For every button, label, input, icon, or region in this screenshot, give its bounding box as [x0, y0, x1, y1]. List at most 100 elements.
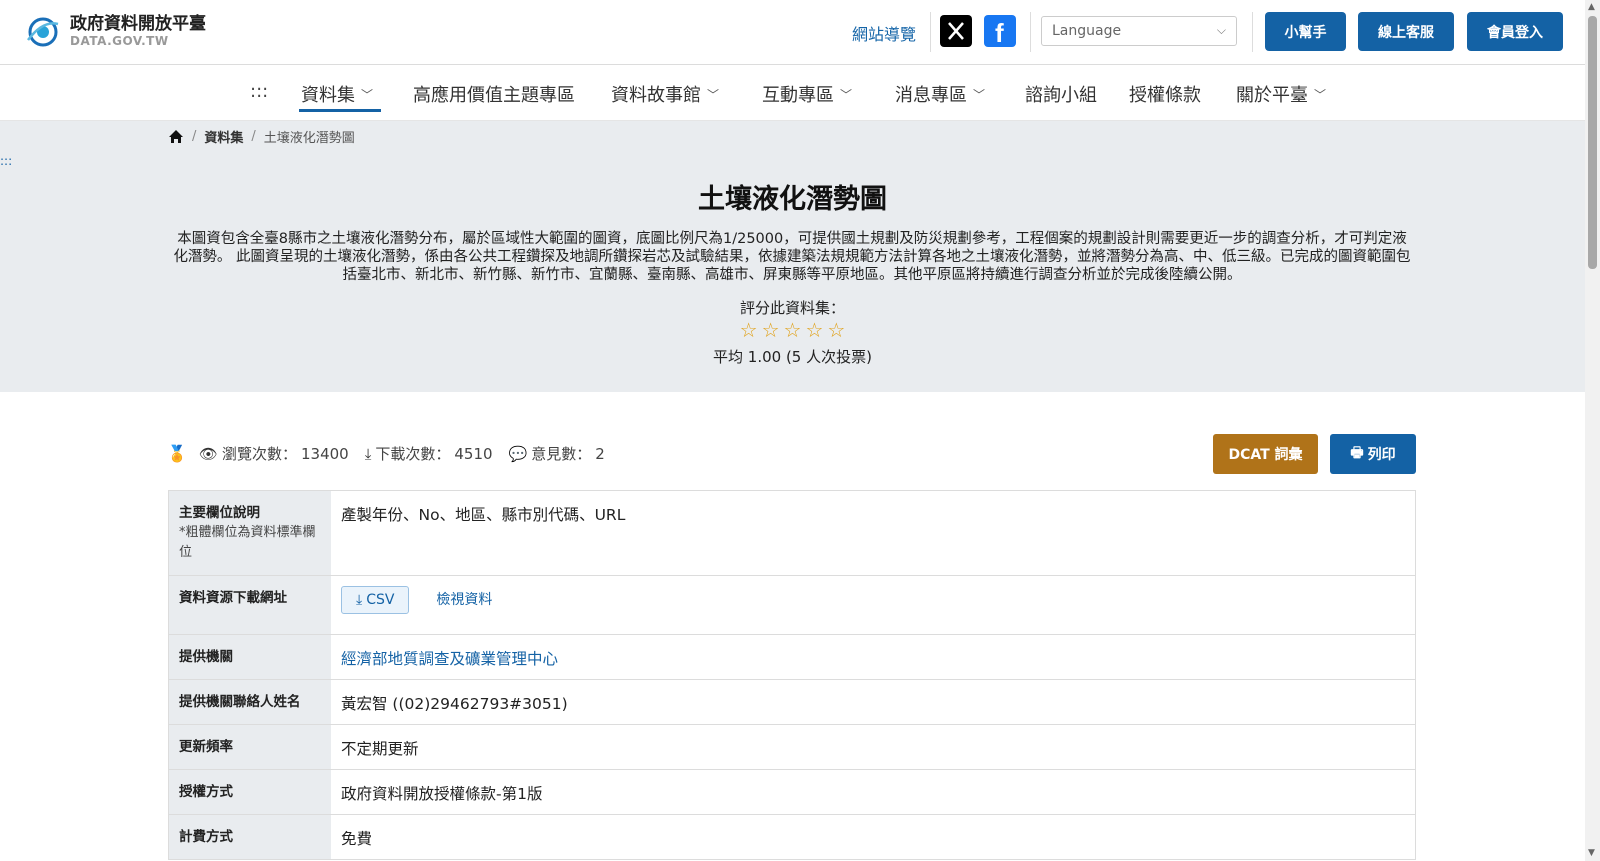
x-twitter-icon[interactable]: [940, 15, 972, 47]
scroll-up-icon[interactable]: ▲: [1588, 2, 1595, 12]
license-value: 政府資料開放授權條款-第1版: [341, 785, 543, 803]
sitemap-link[interactable]: 網站導覽: [852, 21, 916, 45]
frequency-header: 更新頻率: [169, 725, 331, 769]
dataset-description: 本圖資包含全臺8縣市之土壤液化潛勢分布，屬於區域性大範圍的圖資，底圖比例尺為1/…: [173, 231, 1411, 283]
nav-active-indicator: [299, 109, 381, 112]
facebook-icon[interactable]: f: [984, 15, 1016, 48]
download-icon: ⤓: [356, 592, 363, 608]
nav-item-label: 互動專區: [762, 85, 834, 106]
table-row: 主要欄位說明 *粗體欄位為資料標準欄位 產製年份、No、地區、縣市別代碼、URL: [168, 491, 1416, 576]
home-icon[interactable]: [168, 129, 184, 144]
star-icon[interactable]: ☆: [740, 318, 758, 342]
comments-stat: 💬 意見數： 2: [509, 443, 605, 464]
csv-label: CSV: [366, 592, 395, 608]
chevron-down-icon: ⌵: [1216, 23, 1226, 37]
table-row: 提供機關 經濟部地質調查及礦業管理中心: [168, 635, 1416, 680]
fields-header: 主要欄位說明: [179, 505, 260, 521]
divider: [1252, 12, 1253, 52]
breadcrumb-datasets[interactable]: 資料集: [204, 127, 243, 146]
comments-icon: 💬: [508, 444, 528, 463]
table-row: 計費方式 免費: [168, 815, 1416, 860]
contact-header: 提供機關聯絡人姓名: [169, 680, 331, 724]
download-value: ⤓ CSV 檢視資料: [331, 576, 1415, 634]
nav-item-license[interactable]: 授權條款: [1129, 81, 1201, 107]
star-icon[interactable]: ☆: [827, 318, 845, 342]
nav-menu-dots[interactable]: :::: [250, 81, 268, 102]
table-header-cell: 主要欄位說明 *粗體欄位為資料標準欄位: [169, 491, 331, 575]
eye-icon: 👁: [198, 444, 218, 463]
csv-download-button[interactable]: ⤓ CSV: [341, 586, 410, 614]
svg-text:f: f: [995, 18, 1004, 47]
table-row: 授權方式 政府資料開放授權條款-第1版: [168, 770, 1416, 815]
member-login-button[interactable]: 會員登入: [1467, 12, 1563, 51]
rating-stars: ☆ ☆ ☆ ☆ ☆: [0, 318, 1585, 342]
scroll-down-icon[interactable]: ▼: [1588, 848, 1595, 858]
nav-item-interactive[interactable]: 互動專區 ﹀: [762, 81, 852, 107]
frequency-value: 不定期更新: [341, 740, 419, 758]
download-header: 資料資源下載網址: [169, 576, 331, 634]
printer-icon: 🖶: [1350, 445, 1364, 461]
language-select[interactable]: Language ⌵: [1041, 16, 1237, 46]
chevron-down-icon: ﹀: [840, 88, 853, 102]
fields-note: *粗體欄位為資料標準欄位: [179, 525, 316, 560]
nav-item-advisory[interactable]: 諮詢小組: [1025, 81, 1097, 107]
nav-item-about[interactable]: 關於平臺 ﹀: [1236, 81, 1326, 107]
provider-header: 提供機關: [169, 635, 331, 679]
star-icon[interactable]: ☆: [762, 318, 780, 342]
views-stat: 👁 瀏覽次數： 13400: [199, 443, 349, 464]
nav-item-label: 消息專區: [895, 85, 967, 106]
page-title: 土壤液化潛勢圖: [698, 184, 887, 215]
helper-button[interactable]: 小幫手: [1265, 12, 1346, 51]
rating-label: 評分此資料集：: [739, 299, 845, 317]
main-nav: ::: 資料集 ﹀ 高應用價值主題專區 資料故事館 ﹀ 互動專區 ﹀ 消息專區 ﹀ 諮詢…: [0, 65, 1585, 121]
dataset-stats: 🏅 👁 瀏覽次數： 13400 ⤓ 下載次數： 4510 💬 意見數： 2: [167, 443, 621, 464]
comments-label: 意見數：: [531, 445, 592, 463]
dcat-button[interactable]: DCAT 詞彙: [1213, 434, 1318, 474]
dataset-hero: / 資料集 / 土壤液化潛勢圖 ::: 土壤液化潛勢圖 本圖資包含全臺8縣市之土…: [0, 121, 1585, 392]
print-button[interactable]: 🖶 列印: [1330, 434, 1416, 474]
nav-item-label: 資料集: [301, 85, 355, 106]
view-data-link[interactable]: 檢視資料: [436, 592, 492, 608]
star-icon[interactable]: ☆: [784, 318, 802, 342]
downloads-stat: ⤓ 下載次數： 4510: [365, 443, 493, 464]
scrollbar-thumb[interactable]: [1588, 16, 1597, 269]
views-count: 13400: [300, 444, 349, 463]
divider: [930, 12, 931, 52]
nav-item-news[interactable]: 消息專區 ﹀: [895, 81, 985, 107]
nav-item-high-value[interactable]: 高應用價值主題專區: [413, 81, 575, 107]
nav-item-datasets[interactable]: 資料集 ﹀: [301, 81, 373, 107]
provider-value: 經濟部地質調查及礦業管理中心: [331, 635, 1415, 679]
divider: [1030, 12, 1031, 52]
chevron-down-icon: ﹀: [361, 88, 374, 102]
fee-value: 免費: [341, 830, 373, 848]
dataset-info-table: 主要欄位說明 *粗體欄位為資料標準欄位 產製年份、No、地區、縣市別代碼、URL…: [168, 490, 1416, 860]
breadcrumb-separator: /: [192, 129, 197, 144]
breadcrumb-current: 土壤液化潛勢圖: [263, 131, 355, 146]
views-label: 瀏覽次數：: [221, 445, 297, 463]
table-row: 資料資源下載網址 ⤓ CSV 檢視資料: [168, 576, 1416, 635]
accesskey-dots[interactable]: :::: [0, 154, 12, 168]
logo-subtitle: DATA.GOV.TW: [70, 34, 169, 48]
nav-item-label: 關於平臺: [1236, 85, 1308, 106]
online-service-button[interactable]: 線上客服: [1358, 12, 1454, 51]
provider-link[interactable]: 經濟部地質調查及礦業管理中心: [341, 650, 558, 668]
comments-count: 2: [595, 444, 605, 463]
site-header: 政府資料開放平臺 DATA.GOV.TW 網站導覽 f Language ⌵ 小…: [0, 0, 1585, 65]
language-select-value: Language: [1052, 23, 1122, 39]
print-label: 列印: [1367, 447, 1396, 463]
fee-header: 計費方式: [169, 815, 331, 859]
nav-item-stories[interactable]: 資料故事館 ﹀: [611, 81, 719, 107]
breadcrumb: / 資料集 / 土壤液化潛勢圖: [168, 127, 355, 146]
award-icon: 🏅: [167, 444, 187, 463]
star-icon[interactable]: ☆: [805, 318, 823, 342]
chevron-down-icon: ﹀: [1314, 88, 1327, 102]
downloads-label: 下載次數：: [375, 445, 451, 463]
logo-icon: [27, 17, 59, 47]
license-header: 授權方式: [169, 770, 331, 814]
chevron-down-icon: ﹀: [707, 88, 720, 102]
site-logo[interactable]: 政府資料開放平臺 DATA.GOV.TW: [24, 12, 206, 50]
rating-average: 平均 1.00 (5 人次投票): [713, 348, 872, 366]
download-icon: ⤓: [364, 444, 372, 463]
page-scrollbar[interactable]: ▲ ▼: [1585, 0, 1600, 861]
chevron-down-icon: ﹀: [973, 88, 986, 102]
